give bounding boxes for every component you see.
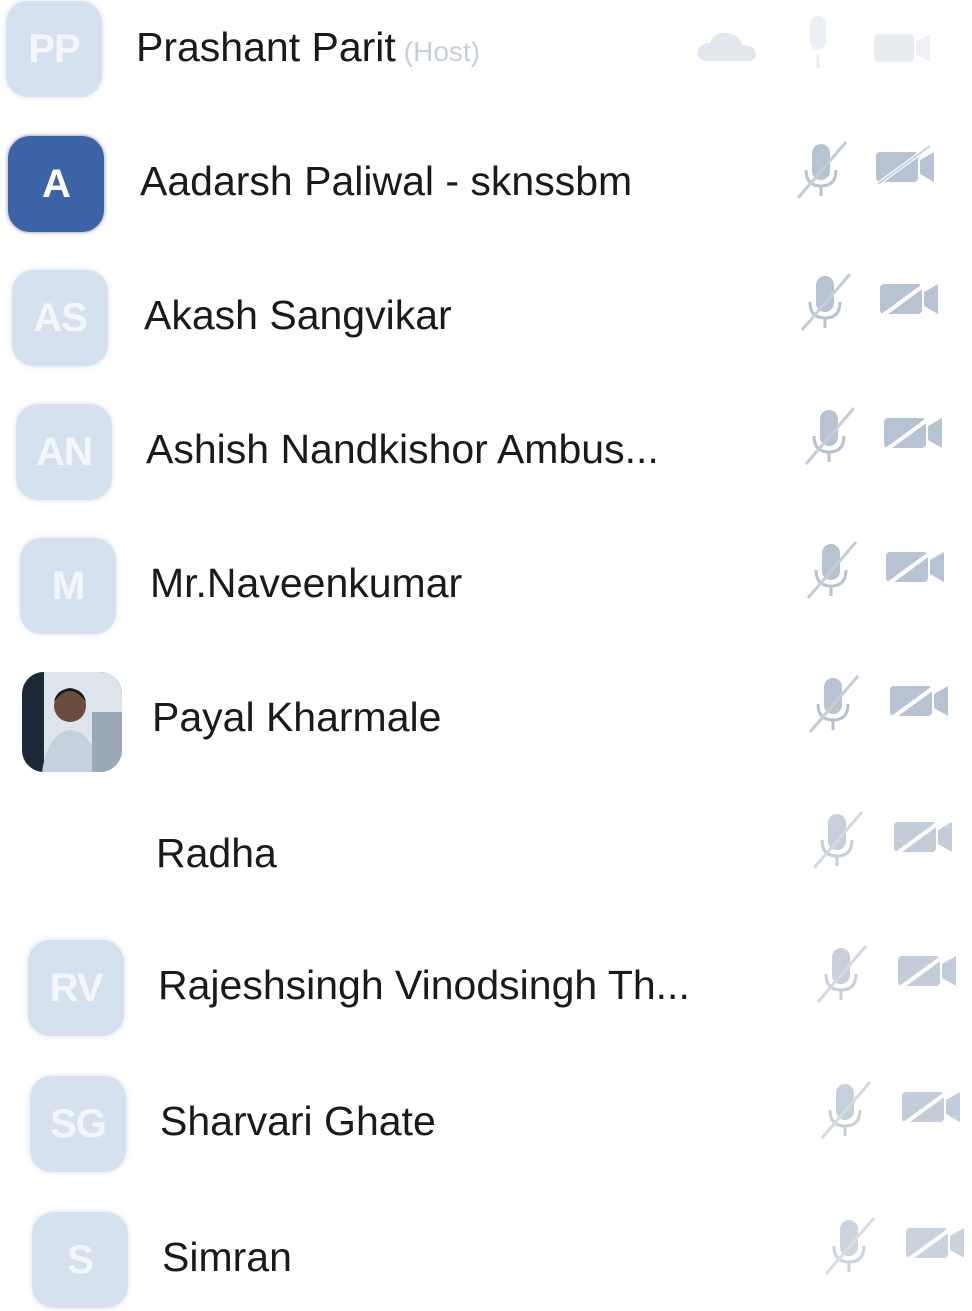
- participant-name-text: Akash Sangvikar: [144, 292, 452, 338]
- avatar: [24, 806, 120, 902]
- avatar-initials: AS: [33, 295, 88, 340]
- participant-name-text: Radha: [156, 830, 277, 876]
- microphone-muted-icon[interactable]: [792, 138, 852, 204]
- participant-row[interactable]: M Mr.Naveenkumar: [0, 532, 972, 642]
- participant-name: Mr.Naveenkumar: [150, 560, 462, 607]
- microphone-muted-icon[interactable]: [796, 270, 856, 336]
- participant-name-text: Ashish Nandkishor Ambus...: [146, 426, 659, 472]
- avatar: RV: [28, 940, 124, 1036]
- host-tag: (Host): [403, 36, 481, 67]
- avatar: AS: [12, 270, 108, 366]
- avatar: M: [20, 538, 116, 634]
- microphone-muted-icon[interactable]: [812, 942, 872, 1008]
- avatar-initials: RV: [49, 965, 104, 1010]
- participant-name-text: Payal Kharmale: [152, 694, 442, 740]
- participant-name-text: Aadarsh Paliwal - sknssbm: [140, 158, 633, 204]
- participant-name-text: Mr.Naveenkumar: [150, 560, 463, 606]
- video-off-icon[interactable]: [900, 1084, 964, 1128]
- avatar-initials: AN: [36, 429, 93, 474]
- participant-name: Prashant Parit (Host): [136, 24, 480, 71]
- participant-row[interactable]: AN Ashish Nandkishor Ambus...: [0, 398, 972, 508]
- avatar-initials: A: [42, 161, 71, 206]
- video-off-icon[interactable]: [878, 276, 942, 320]
- microphone-muted-icon[interactable]: [820, 1214, 880, 1280]
- avatar: A: [8, 136, 104, 232]
- participant-name: Sharvari Ghate: [160, 1098, 436, 1145]
- participant-name-text: Rajeshsingh Vinodsingh Th...: [158, 962, 690, 1008]
- video-off-icon[interactable]: [904, 1220, 968, 1264]
- participant-row[interactable]: SG Sharvari Ghate: [0, 1068, 972, 1178]
- participant-name: Simran: [162, 1234, 292, 1281]
- participant-name: Aadarsh Paliwal - sknssbm: [140, 158, 632, 205]
- participant-name: Payal Kharmale: [152, 694, 441, 741]
- participant-name-text: Sharvari Ghate: [160, 1098, 436, 1144]
- participant-name: Rajeshsingh Vinodsingh Th...: [158, 962, 690, 1009]
- microphone-muted-icon[interactable]: [808, 808, 868, 874]
- participant-name: Ashish Nandkishor Ambus...: [146, 426, 659, 473]
- avatar-initials: PP: [28, 26, 80, 71]
- microphone-muted-icon[interactable]: [804, 672, 864, 738]
- microphone-muted-icon[interactable]: [816, 1078, 876, 1144]
- participants-list: PP Prashant Parit (Host) A Aadarsh Paliwa…: [0, 0, 972, 1311]
- participant-row[interactable]: PP Prashant Parit (Host): [0, 0, 972, 104]
- avatar: S: [32, 1212, 128, 1308]
- participant-row[interactable]: RV Rajeshsingh Vinodsingh Th...: [0, 934, 972, 1044]
- video-off-icon[interactable]: [882, 410, 946, 454]
- avatar-initials: S: [67, 1237, 94, 1282]
- participant-name: Akash Sangvikar: [144, 292, 452, 339]
- participant-name-text: Simran: [162, 1234, 292, 1280]
- avatar: PP: [6, 1, 102, 97]
- microphone-muted-icon[interactable]: [800, 404, 860, 470]
- profile-photo: [22, 672, 122, 772]
- video-off-icon[interactable]: [872, 28, 934, 68]
- microphone-muted-icon[interactable]: [800, 12, 836, 76]
- avatar: [22, 672, 122, 772]
- microphone-muted-icon[interactable]: [802, 538, 862, 604]
- video-off-icon[interactable]: [892, 814, 956, 858]
- avatar: AN: [16, 404, 112, 500]
- participant-row[interactable]: AS Akash Sangvikar: [0, 264, 972, 374]
- avatar: SG: [30, 1076, 126, 1172]
- video-off-icon[interactable]: [884, 544, 948, 588]
- avatar-initials: M: [51, 563, 85, 608]
- participant-row[interactable]: S Simran: [0, 1202, 972, 1311]
- video-off-icon[interactable]: [888, 678, 952, 722]
- participant-row[interactable]: Radha: [0, 800, 972, 910]
- participant-row[interactable]: Payal Kharmale: [0, 666, 972, 776]
- participant-name: Radha: [156, 830, 277, 877]
- cloud-icon: [697, 32, 756, 61]
- avatar-initials: SG: [50, 1101, 107, 1146]
- video-off-icon[interactable]: [896, 948, 960, 992]
- participant-name-text: Prashant Parit: [136, 24, 396, 70]
- video-off-icon[interactable]: [874, 144, 938, 188]
- participant-row[interactable]: A Aadarsh Paliwal - sknssbm: [0, 130, 972, 240]
